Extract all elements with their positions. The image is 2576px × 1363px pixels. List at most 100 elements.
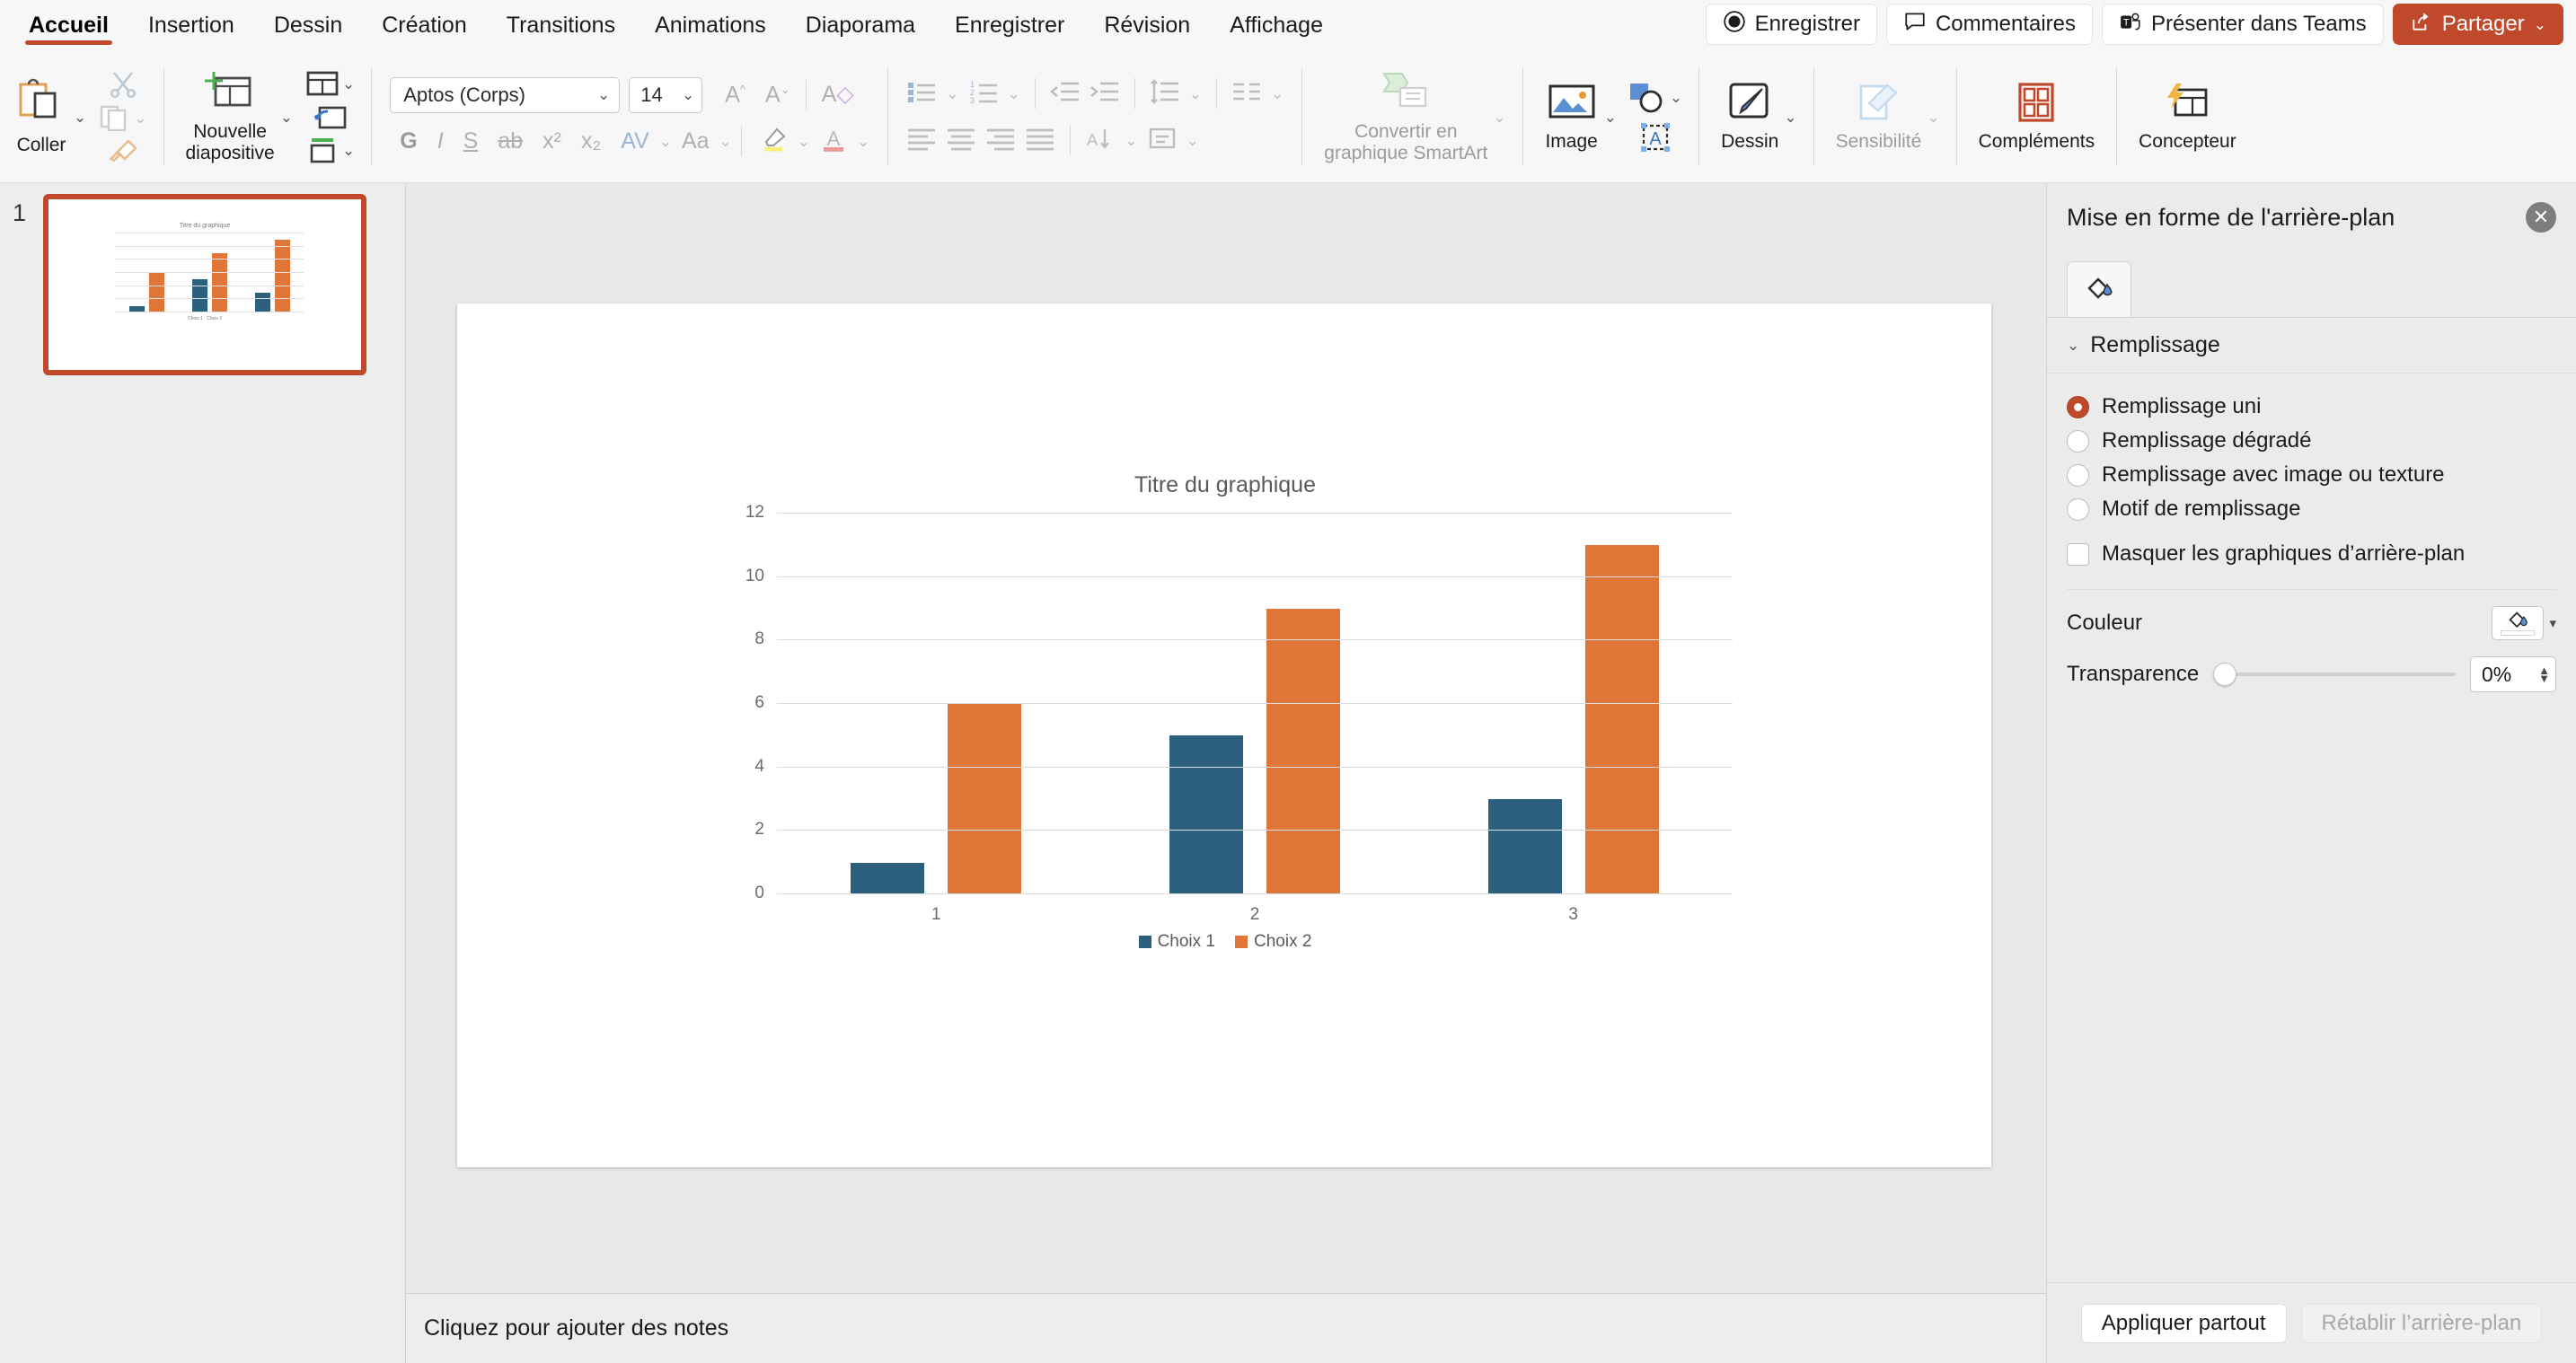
format-painter-button[interactable] xyxy=(107,137,139,163)
italic-button[interactable]: I xyxy=(428,129,454,153)
increase-font-size-button[interactable]: A^ xyxy=(715,83,755,106)
new-slide-chevron-down-icon[interactable]: ⌄ xyxy=(280,110,293,125)
radio-picture-texture-fill[interactable]: Remplissage avec image ou texture xyxy=(2067,458,2556,492)
columns-chevron-down-icon[interactable]: ⌄ xyxy=(1271,86,1284,101)
radio-solid-fill[interactable]: Remplissage uni xyxy=(2067,390,2556,424)
tab-dessin[interactable]: Dessin xyxy=(254,0,362,50)
sensitivity-button[interactable]: Sensibilité xyxy=(1831,78,1928,156)
decrease-font-size-button[interactable]: A⌄ xyxy=(755,83,800,106)
transparency-slider[interactable] xyxy=(2213,663,2456,686)
bar[interactable] xyxy=(1584,545,1659,894)
font-color-button[interactable]: A xyxy=(810,126,857,157)
highlight-chevron-down-icon[interactable]: ⌄ xyxy=(798,134,810,149)
share-button[interactable]: Partager ⌄ xyxy=(2392,4,2563,45)
shapes-chevron-down-icon[interactable]: ⌄ xyxy=(1670,90,1682,105)
section-chevron-down-icon[interactable]: ⌄ xyxy=(342,143,355,158)
sensitivity-chevron-down-icon[interactable]: ⌄ xyxy=(1927,110,1939,125)
justify-button[interactable] xyxy=(1025,126,1055,155)
slide-editing-surface[interactable]: Titre du graphique 123 0 2 4 6 8 10 12 Choix 1… xyxy=(457,303,1991,1167)
spinner-down-icon[interactable]: ▼ xyxy=(2538,673,2550,685)
image-button[interactable]: Image xyxy=(1539,78,1604,156)
bullets-chevron-down-icon[interactable]: ⌄ xyxy=(946,86,958,101)
align-text-chevron-down-icon[interactable]: ⌄ xyxy=(1187,133,1199,148)
image-chevron-down-icon[interactable]: ⌄ xyxy=(1604,110,1617,125)
paste-button[interactable]: Coller xyxy=(9,75,74,160)
character-spacing-button[interactable]: AV xyxy=(611,129,659,153)
smartart-chevron-down-icon[interactable]: ⌄ xyxy=(1493,110,1505,125)
increase-indent-button[interactable] xyxy=(1090,79,1120,109)
text-direction-chevron-down-icon[interactable]: ⌄ xyxy=(1125,133,1137,148)
numbering-chevron-down-icon[interactable]: ⌄ xyxy=(1008,86,1020,101)
slide-thumbnail-1[interactable]: Titre du graphique Choix 1 Choix 2 xyxy=(43,194,366,375)
text-box-button[interactable]: A xyxy=(1636,121,1675,154)
copy-chevron-down-icon[interactable]: ⌄ xyxy=(134,110,146,126)
layout-chevron-down-icon[interactable]: ⌄ xyxy=(342,76,355,92)
bar[interactable] xyxy=(1169,735,1243,894)
reset-slide-button[interactable] xyxy=(313,103,348,130)
copy-button[interactable]: ⌄ xyxy=(99,104,147,131)
bar[interactable] xyxy=(851,862,925,894)
superscript-button[interactable]: x² xyxy=(533,129,571,153)
align-text-button[interactable] xyxy=(1147,126,1178,155)
columns-button[interactable] xyxy=(1231,79,1262,109)
transparency-spinner[interactable]: 0% ▲ ▼ xyxy=(2470,656,2556,692)
strikethrough-button[interactable]: ab xyxy=(488,129,533,153)
bar[interactable] xyxy=(1487,799,1562,894)
font-color-chevron-down-icon[interactable]: ⌄ xyxy=(857,134,869,149)
fill-section-header[interactable]: ⌄ Remplissage xyxy=(2047,318,2576,374)
convert-to-smartart-button[interactable]: Convertir en graphique SmartArt xyxy=(1319,66,1493,167)
spacing-chevron-down-icon[interactable]: ⌄ xyxy=(659,134,672,149)
decrease-indent-button[interactable] xyxy=(1049,79,1081,109)
apply-to-all-button[interactable]: Appliquer partout xyxy=(2080,1303,2287,1343)
paste-chevron-down-icon[interactable]: ⌄ xyxy=(74,110,86,125)
new-slide-button[interactable]: Nouvelle diapositive xyxy=(181,66,280,167)
tab-creation[interactable]: Création xyxy=(362,0,487,50)
shapes-button[interactable]: ⌄ xyxy=(1628,81,1682,115)
align-center-button[interactable] xyxy=(946,126,976,155)
text-direction-button[interactable]: A xyxy=(1085,126,1116,155)
bar-chart[interactable]: Titre du graphique 123 0 2 4 6 8 10 12 Choix 1… xyxy=(718,472,1733,975)
close-icon[interactable]: ✕ xyxy=(2526,202,2556,233)
layout-button[interactable]: ⌄ xyxy=(305,70,355,97)
drawing-button[interactable]: Dessin xyxy=(1716,78,1784,156)
drawing-chevron-down-icon[interactable]: ⌄ xyxy=(1784,110,1796,125)
line-spacing-button[interactable] xyxy=(1150,78,1180,109)
designer-button[interactable]: Concepteur xyxy=(2133,78,2242,156)
tab-fill[interactable] xyxy=(2067,261,2131,317)
align-right-button[interactable] xyxy=(985,126,1016,155)
line-spacing-chevron-down-icon[interactable]: ⌄ xyxy=(1189,86,1202,101)
bar[interactable] xyxy=(1266,609,1340,894)
record-button[interactable]: Enregistrer xyxy=(1705,4,1877,45)
numbering-button[interactable]: 123 xyxy=(968,79,999,109)
comments-button[interactable]: Commentaires xyxy=(1885,4,2093,45)
section-button[interactable]: ⌄ xyxy=(305,136,355,163)
font-size-select[interactable]: 14 ⌄ xyxy=(629,76,703,113)
notes-pane[interactable]: Cliquez pour ajouter des notes xyxy=(406,1293,2046,1363)
cut-button[interactable] xyxy=(107,71,139,98)
radio-pattern-fill[interactable]: Motif de remplissage xyxy=(2067,492,2556,526)
case-chevron-down-icon[interactable]: ⌄ xyxy=(719,134,732,149)
underline-button[interactable]: S xyxy=(454,129,489,153)
tab-transitions[interactable]: Transitions xyxy=(487,0,635,50)
color-chevron-down-icon[interactable]: ▾ xyxy=(2549,615,2556,631)
tab-insertion[interactable]: Insertion xyxy=(128,0,254,50)
slider-knob[interactable] xyxy=(2213,663,2237,686)
reset-background-button[interactable]: Rétablir l’arrière-plan xyxy=(2300,1303,2543,1343)
align-left-button[interactable] xyxy=(906,126,937,155)
bullets-button[interactable] xyxy=(906,79,937,109)
tab-diaporama[interactable]: Diaporama xyxy=(786,0,935,50)
fill-color-button[interactable] xyxy=(2492,606,2545,640)
checkbox-hide-background-graphics[interactable]: Masquer les graphiques d’arrière-plan xyxy=(2067,537,2556,571)
tab-affichage[interactable]: Affichage xyxy=(1210,0,1343,50)
change-case-button[interactable]: Aa xyxy=(672,129,719,153)
addins-button[interactable]: Compléments xyxy=(1973,78,2101,156)
radio-gradient-fill[interactable]: Remplissage dégradé xyxy=(2067,424,2556,458)
highlight-color-button[interactable] xyxy=(751,126,798,157)
tab-enregistrer[interactable]: Enregistrer xyxy=(935,0,1084,50)
present-in-teams-button[interactable]: T Présenter dans Teams xyxy=(2102,4,2384,45)
subscript-button[interactable]: x₂ xyxy=(571,129,611,153)
tab-revision[interactable]: Révision xyxy=(1084,0,1210,50)
bold-button[interactable]: G xyxy=(390,129,427,153)
font-name-select[interactable]: Aptos (Corps) ⌄ xyxy=(390,76,621,113)
tab-animations[interactable]: Animations xyxy=(635,0,786,50)
